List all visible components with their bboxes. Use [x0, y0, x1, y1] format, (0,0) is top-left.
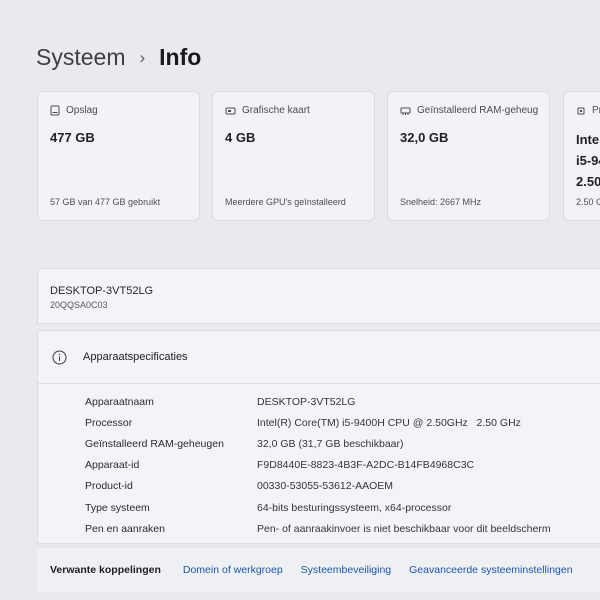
spec-value: Pen- of aanraakinvoer is niet beschikbaa… — [257, 522, 551, 535]
graphics-card-subtext: Meerdere GPU's geïnstalleerd — [225, 197, 346, 207]
spec-row-pen-touch: Pen en aanraken Pen- of aanraakinvoer is… — [85, 518, 600, 539]
spec-label: Product-id — [85, 480, 133, 493]
device-specs-header[interactable]: Apparaatspecificaties — [38, 331, 600, 384]
link-advanced-system-settings[interactable]: Geavanceerde systeeminstellingen — [409, 564, 572, 576]
spec-value: Intel(R) Core(TM) i5-9400H CPU @ 2.50GHz… — [257, 416, 521, 429]
device-name: DESKTOP-3VT52LG — [50, 285, 154, 297]
spec-value: DESKTOP-3VT52LG — [257, 395, 356, 408]
processor-card-line: 2.50 — [576, 174, 600, 189]
ram-icon — [400, 107, 411, 115]
link-system-protection[interactable]: Systeembeveiliging — [301, 564, 391, 576]
spec-label: Type systeem — [85, 501, 150, 514]
device-specs-panel: Apparaatspecificaties Apparaatnaam DESKT… — [37, 330, 600, 544]
storage-card-value: 477 GB — [50, 130, 95, 145]
device-specs-title: Apparaatspecificaties — [83, 351, 188, 363]
spec-row-device-name: Apparaatnaam DESKTOP-3VT52LG — [85, 391, 600, 412]
info-icon — [52, 350, 67, 364]
storage-icon — [50, 105, 60, 116]
graphics-card-icon — [225, 107, 236, 114]
ram-card-value: 32,0 GB — [400, 130, 449, 145]
storage-card-subtext: 57 GB van 477 GB gebruikt — [50, 197, 161, 207]
storage-card-title: Opslag — [66, 105, 98, 116]
spec-label: Geïnstalleerd RAM-geheugen — [85, 437, 224, 450]
spec-row-product-id: Product-id 00330-53055-53612-AAOEM — [85, 476, 600, 497]
spec-list: Apparaatnaam DESKTOP-3VT52LG Processor I… — [85, 391, 600, 539]
ram-card[interactable]: Geïnstalleerd RAM-geheug 32,0 GB Snelhei… — [387, 91, 550, 221]
spec-value: 32,0 GB (31,7 GB beschikbaar) — [257, 437, 404, 450]
breadcrumb: Systeem › Info — [36, 44, 201, 71]
breadcrumb-separator: › — [139, 47, 146, 67]
processor-card-line: Intel — [576, 132, 600, 147]
spec-value: 64-bits besturingssysteem, x64-processor — [257, 501, 452, 514]
spec-row-system-type: Type systeem 64-bits besturingssysteem, … — [85, 497, 600, 518]
processor-card[interactable]: Pr Intel i5-94 2.50 2.50 G — [563, 91, 600, 221]
graphics-card-card[interactable]: Grafische kaart 4 GB Meerdere GPU's geïn… — [212, 91, 375, 221]
related-links-bar: Verwante koppelingen Domein of werkgroep… — [37, 548, 600, 592]
ram-card-subtext: Snelheid: 2667 MHz — [400, 197, 482, 207]
storage-card[interactable]: Opslag 477 GB 57 GB van 477 GB gebruikt — [37, 91, 200, 221]
ram-card-title: Geïnstalleerd RAM-geheug — [417, 105, 539, 116]
page-title: Info — [159, 44, 202, 70]
spec-row-device-id: Apparaat-id F9D8440E-8823-4B3F-A2DC-B14F… — [85, 455, 600, 476]
spec-label: Apparaatnaam — [85, 395, 154, 408]
spec-row-ram: Geïnstalleerd RAM-geheugen 32,0 GB (31,7… — [85, 433, 600, 454]
device-model: 20QQSA0C03 — [50, 300, 108, 310]
processor-card-value: Intel i5-94 2.50 — [576, 129, 600, 192]
related-links-label: Verwante koppelingen — [50, 564, 161, 576]
graphics-card-title: Grafische kaart — [242, 105, 310, 116]
link-domain-workgroup[interactable]: Domein of werkgroep — [183, 564, 283, 576]
processor-card-line: i5-94 — [576, 153, 600, 168]
graphics-card-value: 4 GB — [225, 130, 256, 145]
spec-label: Processor — [85, 416, 133, 429]
processor-card-subtext: 2.50 G — [576, 197, 600, 207]
spec-value: 00330-53055-53612-AAOEM — [257, 480, 394, 493]
processor-icon — [577, 107, 585, 114]
device-name-panel: DESKTOP-3VT52LG 20QQSA0C03 — [37, 268, 600, 324]
breadcrumb-systeem[interactable]: Systeem — [36, 44, 125, 71]
spec-label: Pen en aanraken — [85, 522, 165, 535]
spec-label: Apparaat-id — [85, 459, 140, 472]
spec-value: F9D8440E-8823-4B3F-A2DC-B14FB4968C3C — [257, 459, 475, 472]
processor-card-title: Pr — [592, 105, 600, 116]
spec-row-processor: Processor Intel(R) Core(TM) i5-9400H CPU… — [85, 412, 600, 433]
